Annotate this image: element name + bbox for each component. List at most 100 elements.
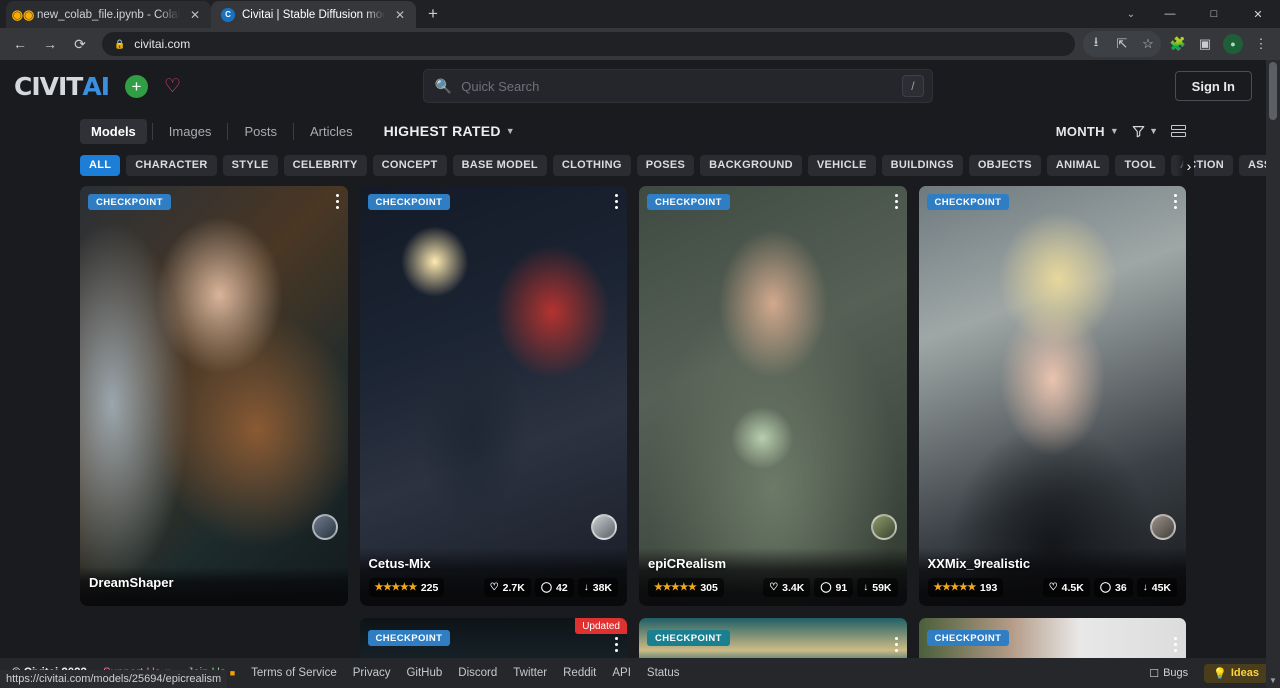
bugs-label: Bugs — [1163, 667, 1188, 679]
footer-link-privacy[interactable]: Privacy — [353, 667, 391, 679]
model-card[interactable]: CHECKPOINT Cetus-Mix ★★★★★ 225 ♡ 2.7K — [360, 186, 628, 606]
scrollbar-thumb[interactable] — [1269, 62, 1277, 120]
downloads-badge: ↓ 45K — [1137, 578, 1177, 597]
heart-icon[interactable]: ♡ — [164, 77, 181, 96]
chip-base-model[interactable]: BASE MODEL — [453, 155, 547, 176]
chip-character[interactable]: CHARACTER — [126, 155, 216, 176]
chip-all[interactable]: ALL — [80, 155, 120, 176]
chip-background[interactable]: BACKGROUND — [700, 155, 802, 176]
chip-animal[interactable]: ANIMAL — [1047, 155, 1110, 176]
close-window-button[interactable]: ✕ — [1236, 0, 1280, 28]
ideas-button[interactable]: 💡 Ideas — [1204, 664, 1268, 683]
chip-tool[interactable]: TOOL — [1115, 155, 1165, 176]
creator-avatar[interactable] — [312, 514, 338, 540]
close-icon[interactable]: ✕ — [392, 7, 408, 23]
chip-celebrity[interactable]: CELEBRITY — [284, 155, 367, 176]
sort-dropdown[interactable]: HIGHEST RATED ▼ — [384, 123, 515, 139]
comment-icon: ◯ — [820, 582, 831, 593]
footer-link-github[interactable]: GitHub — [406, 667, 442, 679]
sign-in-button[interactable]: Sign In — [1175, 71, 1252, 101]
page-scroll-area: CIVITAI + ♡ 🔍 / Sign In Models Images Po… — [0, 60, 1266, 664]
create-plus-icon[interactable]: + — [125, 75, 148, 98]
search-input[interactable] — [461, 79, 893, 94]
rating-count: 305 — [700, 582, 718, 594]
quick-search-bar[interactable]: 🔍 / — [423, 69, 933, 103]
side-panel-icon[interactable]: ▣ — [1192, 31, 1218, 57]
browser-tab-colab[interactable]: ◉◉ new_colab_file.ipynb - Colaborat ✕ — [6, 1, 211, 28]
filter-button[interactable]: ▼ — [1132, 125, 1158, 138]
model-card[interactable]: CHECKPOINT epiCRealism ★★★★★ 305 ♡ 3.4 — [639, 186, 907, 606]
new-tab-button[interactable]: + — [420, 1, 446, 27]
bookmark-star-icon[interactable]: ☆ — [1135, 31, 1161, 57]
period-dropdown[interactable]: MONTH ▼ — [1056, 124, 1119, 139]
card-menu-icon[interactable] — [336, 194, 339, 209]
footer-link-discord[interactable]: Discord — [458, 667, 497, 679]
back-icon[interactable]: ← — [6, 30, 34, 58]
logo-text-primary: CIVIT — [14, 72, 82, 101]
search-icon: 🔍 — [435, 78, 452, 95]
scroll-down-arrow-icon[interactable]: ▼ — [1266, 676, 1280, 685]
footer-link-twitter[interactable]: Twitter — [513, 667, 547, 679]
model-card[interactable]: CHECKPOINT DreamShaper — [80, 186, 348, 606]
creator-avatar[interactable] — [591, 514, 617, 540]
model-type-badge: CHECKPOINT — [368, 630, 451, 646]
rating-count: 193 — [980, 582, 998, 594]
chip-clothing[interactable]: CLOTHING — [553, 155, 631, 176]
category-chips-row: ALL CHARACTER STYLE CELEBRITY CONCEPT BA… — [0, 150, 1266, 180]
downloads-badge: ↓ 38K — [578, 578, 618, 597]
chip-vehicle[interactable]: VEHICLE — [808, 155, 876, 176]
chip-concept[interactable]: CONCEPT — [373, 155, 447, 176]
footer-link-api[interactable]: API — [612, 667, 631, 679]
card-menu-icon[interactable] — [1174, 194, 1177, 209]
civitai-logo[interactable]: CIVITAI — [14, 72, 109, 101]
tab-models[interactable]: Models — [80, 119, 147, 144]
browser-tab-civitai[interactable]: C Civitai | Stable Diffusion models, ✕ — [211, 1, 416, 28]
card-menu-icon[interactable] — [1174, 637, 1177, 652]
install-icon[interactable]: ⭳ — [1083, 31, 1109, 57]
card-menu-icon[interactable] — [615, 194, 618, 209]
tab-posts[interactable]: Posts — [233, 119, 288, 144]
model-card-footer: Cetus-Mix ★★★★★ 225 ♡ 2.7K ◯ — [360, 548, 628, 606]
model-card-image — [919, 186, 1187, 606]
footer-link-status[interactable]: Status — [647, 667, 680, 679]
maximize-button[interactable]: □ — [1192, 0, 1236, 28]
creator-avatar[interactable] — [871, 514, 897, 540]
lock-icon: 🔒 — [114, 39, 125, 50]
tab-images[interactable]: Images — [158, 119, 223, 144]
bugs-button[interactable]: ☐ Bugs — [1141, 664, 1196, 683]
chip-buildings[interactable]: BUILDINGS — [882, 155, 963, 176]
address-bar[interactable]: 🔒 civitai.com — [102, 32, 1075, 56]
card-menu-icon[interactable] — [895, 194, 898, 209]
extensions-puzzle-icon[interactable]: 🧩 — [1165, 31, 1191, 57]
download-icon: ↓ — [1143, 582, 1148, 593]
vertical-scrollbar[interactable]: ▼ — [1266, 60, 1280, 688]
heart-icon: ♡ — [490, 582, 499, 593]
browser-tab-strip: ◉◉ new_colab_file.ipynb - Colaborat ✕ C … — [0, 0, 1280, 28]
model-card-image — [639, 186, 907, 606]
engagement-stats: ♡ 3.4K ◯ 91 ↓ 59K — [763, 578, 897, 597]
close-icon[interactable]: ✕ — [187, 7, 203, 23]
model-card[interactable]: CHECKPOINT XXMix_9realistic ★★★★★ 193 ♡ — [919, 186, 1187, 606]
chip-objects[interactable]: OBJECTS — [969, 155, 1041, 176]
profile-avatar-icon[interactable]: ● — [1223, 34, 1243, 54]
share-icon[interactable]: ⇱ — [1109, 31, 1135, 57]
forward-icon[interactable]: → — [36, 30, 64, 58]
chip-poses[interactable]: POSES — [637, 155, 694, 176]
tab-articles[interactable]: Articles — [299, 119, 364, 144]
chrome-menu-icon[interactable]: ⋮ — [1248, 31, 1274, 57]
layout-toggle-icon[interactable] — [1171, 125, 1186, 137]
chip-style[interactable]: STYLE — [223, 155, 278, 176]
download-icon: ↓ — [584, 582, 589, 593]
model-type-badge: CHECKPOINT — [927, 630, 1010, 646]
footer-link-reddit[interactable]: Reddit — [563, 667, 596, 679]
rating-badge: ★★★★★ 305 — [648, 578, 724, 597]
creator-avatar[interactable] — [1150, 514, 1176, 540]
tab-search-chevron-icon[interactable]: ⌄ — [1114, 0, 1148, 28]
footer-link-terms-of-service[interactable]: Terms of Service — [251, 667, 337, 679]
reload-icon[interactable]: ⟳ — [66, 30, 94, 58]
chips-next-arrow-icon[interactable]: › — [1176, 155, 1194, 176]
chevron-down-icon: ▼ — [506, 126, 515, 136]
card-menu-icon[interactable] — [615, 637, 618, 652]
minimize-button[interactable]: — — [1148, 0, 1192, 28]
card-menu-icon[interactable] — [895, 637, 898, 652]
